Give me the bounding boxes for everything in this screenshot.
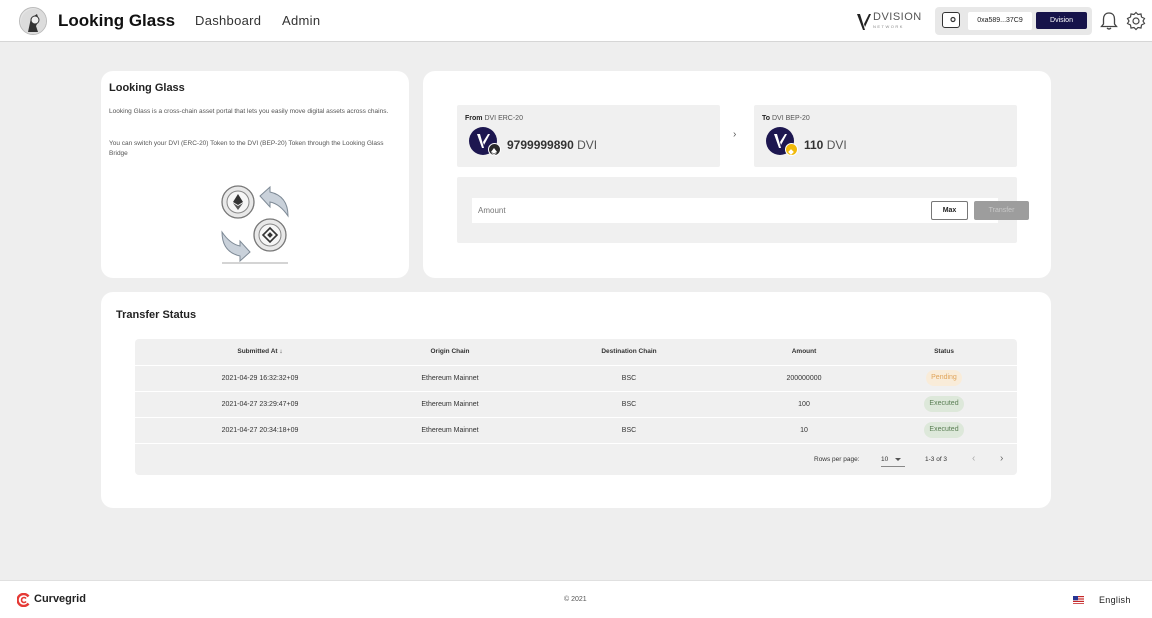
from-chain-label: From DVI ERC-20 [465,115,523,122]
from-balance: 9799999890 DVI [507,138,597,152]
cell-submitted: 2021-04-27 23:29:47+09 [221,401,299,408]
status-badge: Executed [924,422,964,439]
to-balance-unit: DVI [826,138,847,152]
to-chain-box: To DVI BEP-20 110 DVI [754,105,1017,167]
cell-amount: 10 [800,427,808,434]
ethereum-badge-icon [488,143,501,156]
table-row[interactable]: 2021-04-27 23:29:47+09 Ethereum Mainnet … [135,391,1017,417]
wallet-address[interactable]: 0xa589...37C9 [968,12,1032,30]
transfer-card: From DVI ERC-20 9799999890 DVI › To DVI … [423,71,1051,278]
column-amount: Amount [791,348,817,355]
us-flag-icon[interactable] [1073,596,1084,604]
to-balance-value: 110 [804,138,824,152]
amount-panel: Max Transfer [457,177,1029,243]
from-prefix: From [465,115,483,122]
network-button[interactable]: Dvision [1036,12,1087,29]
curvegrid-logo-text[interactable]: Curvegrid [34,593,86,605]
intro-card: Looking Glass Looking Glass is a cross-c… [101,71,409,278]
gear-icon[interactable] [1126,11,1146,31]
intro-paragraph-2: You can switch your DVI (ERC-20) Token t… [109,140,384,157]
table-pagination: Rows per page: 10 1-3 of 3 ‹ › [135,443,1017,475]
next-page-button[interactable]: › [1000,453,1003,464]
cell-status: Executed [899,392,989,418]
dvision-logo-subtext: NETWORK [873,24,904,29]
bnb-badge-icon [785,143,798,156]
cell-submitted: 2021-04-29 16:32:32+09 [221,375,299,382]
looking-glass-logo-icon[interactable] [19,7,47,35]
cell-origin: Ethereum Mainnet [421,401,479,408]
from-balance-value: 9799999890 [507,138,574,152]
wallet-icon[interactable] [942,12,960,28]
brand-title[interactable]: Looking Glass [58,11,175,31]
chevron-down-icon [895,458,901,461]
to-chain-name: DVI BEP-20 [772,115,810,122]
top-header: Looking Glass Dashboard Admin DVISION NE… [0,0,1152,42]
cell-origin: Ethereum Mainnet [421,427,479,434]
table-row[interactable]: 2021-04-27 20:34:18+09 Ethereum Mainnet … [135,417,1017,443]
cell-status: Executed [899,418,989,444]
cell-amount: 100 [798,401,810,408]
rows-per-page-select[interactable]: 10 [881,456,905,467]
wallet-widget: 0xa589...37C9 Dvision [935,7,1092,35]
max-button[interactable]: Max [931,201,968,220]
amount-input[interactable] [472,198,998,223]
intro-paragraph-1: Looking Glass is a cross-chain asset por… [109,108,389,115]
cell-destination: BSC [621,401,637,408]
column-destination-chain: Destination Chain [601,348,657,355]
language-selector[interactable]: English [1099,595,1131,605]
dvision-logo-text: DVISION [873,11,922,23]
intro-title: Looking Glass [109,82,185,94]
nav-admin[interactable]: Admin [282,13,320,28]
column-origin-chain: Origin Chain [430,348,470,355]
from-balance-unit: DVI [577,138,598,152]
status-title: Transfer Status [116,309,197,321]
cell-status: Pending [899,366,989,392]
column-status: Status [934,348,954,355]
chain-swap-illustration [221,185,289,264]
status-badge: Executed [924,396,964,413]
previous-page-button[interactable]: ‹ [972,453,975,464]
curvegrid-logo-icon [17,593,30,607]
table-header-row: Submitted At ↓ Origin Chain Destination … [135,339,1017,365]
page-footer: Curvegrid © 2021 English [0,580,1152,618]
transfer-button[interactable]: Transfer [974,201,1029,220]
from-chain-name: DVI ERC-20 [484,115,523,122]
rows-per-page-value: 10 [881,456,889,463]
cell-destination: BSC [621,427,637,434]
to-chain-label: To DVI BEP-20 [762,115,810,122]
dvision-network-logo: DVISION NETWORK [856,11,926,31]
transfer-table: Submitted At ↓ Origin Chain Destination … [135,339,1017,475]
cell-submitted: 2021-04-27 20:34:18+09 [221,427,299,434]
status-badge: Pending [926,370,962,387]
pagination-range: 1-3 of 3 [925,456,948,463]
rows-per-page-label: Rows per page: [814,456,860,463]
copyright-text: © 2021 [564,596,587,603]
cell-origin: Ethereum Mainnet [421,375,479,382]
to-balance: 110 DVI [804,138,847,152]
cell-amount: 200000000 [786,375,822,382]
chevron-right-icon: › [733,129,737,140]
cell-destination: BSC [621,375,637,382]
from-chain-box: From DVI ERC-20 9799999890 DVI [457,105,720,167]
table-row[interactable]: 2021-04-29 16:32:32+09 Ethereum Mainnet … [135,365,1017,391]
to-prefix: To [762,115,771,122]
nav-dashboard[interactable]: Dashboard [195,13,261,28]
transfer-status-card: Transfer Status Submitted At ↓ Origin Ch… [101,292,1051,508]
column-submitted-at[interactable]: Submitted At ↓ [175,339,345,365]
bell-icon[interactable] [1099,11,1119,31]
